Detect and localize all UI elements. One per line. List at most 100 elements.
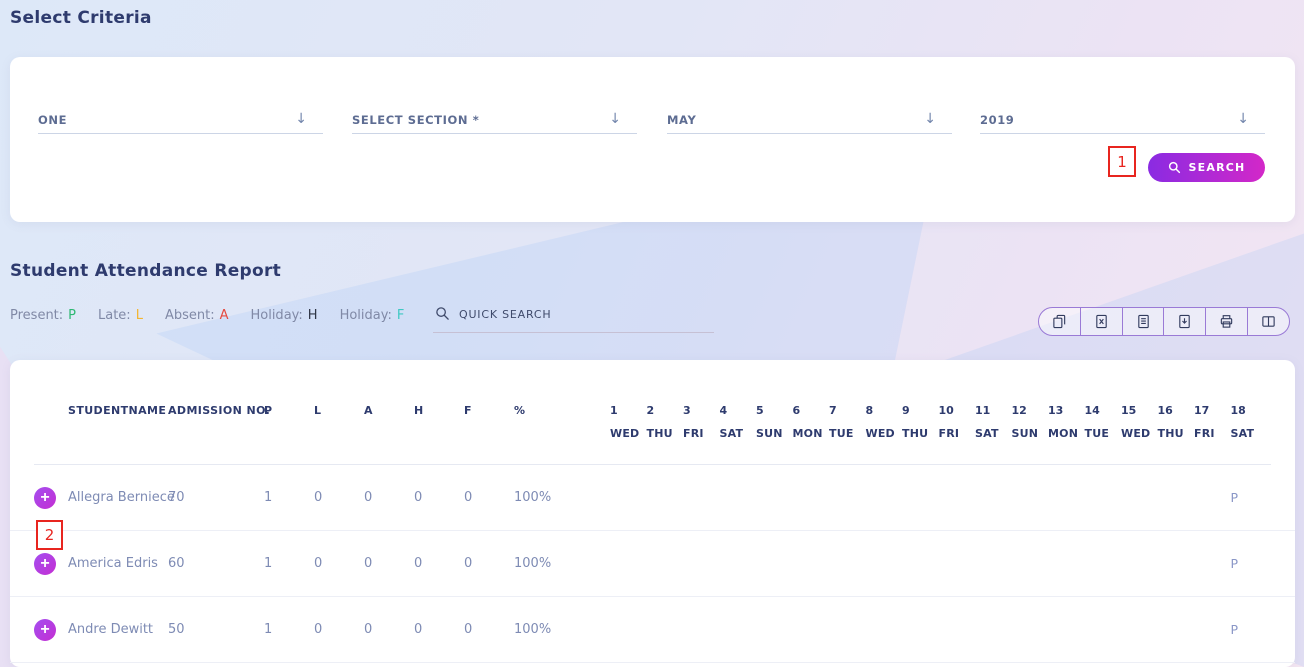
file-text-icon	[1136, 314, 1151, 329]
holiday-h-count: 0	[414, 622, 464, 637]
legend-item: Absent: A	[165, 308, 229, 323]
legend-label: Absent:	[165, 308, 215, 323]
date-column-header: 17 FRI	[1194, 404, 1231, 440]
copy-button[interactable]	[1039, 308, 1081, 335]
absent-count: 0	[364, 490, 414, 505]
date-day: 8	[866, 404, 903, 417]
print-icon	[1219, 314, 1234, 329]
export-toolbar	[1038, 307, 1290, 336]
legend-label: Holiday:	[340, 308, 392, 323]
date-weekday: FRI	[683, 427, 720, 440]
date-day: 6	[793, 404, 830, 417]
section-dropdown[interactable]: SELECT SECTION * ↓	[352, 109, 637, 134]
attendance-day-cell: P	[1231, 556, 1268, 571]
attendance-day-cell: P	[1231, 622, 1268, 637]
legend-item: Present: P	[10, 308, 76, 323]
search-button-label: SEARCH	[1189, 161, 1246, 174]
search-icon	[435, 306, 450, 321]
date-day: 18	[1231, 404, 1268, 417]
expand-row-button[interactable]: +	[34, 487, 56, 509]
quick-search-input[interactable]	[433, 300, 714, 333]
date-weekday: WED	[1121, 427, 1158, 440]
date-weekday: FRI	[1194, 427, 1231, 440]
month-dropdown-value: MAY	[667, 113, 696, 127]
date-weekday: WED	[610, 427, 647, 440]
expand-cell: +	[34, 619, 68, 641]
column-header-studentname: STUDENTNAME	[68, 404, 168, 417]
chevron-down-icon: ↓	[1237, 109, 1249, 129]
column-header-l: L	[314, 404, 364, 417]
class-dropdown[interactable]: ONE ↓	[38, 109, 323, 134]
date-weekday: MON	[793, 427, 830, 440]
column-visibility-button[interactable]	[1248, 308, 1289, 335]
report-title: Student Attendance Report	[10, 261, 281, 281]
section-dropdown-value: SELECT SECTION *	[352, 113, 479, 127]
table-row: +Andre Dewitt5010000100%P	[10, 597, 1295, 663]
legend-code: L	[136, 308, 143, 323]
present-count: 1	[264, 490, 314, 505]
expand-row-button[interactable]: +	[34, 619, 56, 641]
date-weekday: SUN	[1012, 427, 1049, 440]
excel-icon	[1094, 314, 1109, 329]
late-count: 0	[314, 556, 364, 571]
pdf-export-button[interactable]	[1164, 308, 1206, 335]
late-count: 0	[314, 490, 364, 505]
holiday-f-count: 0	[464, 622, 514, 637]
absent-count: 0	[364, 622, 414, 637]
excel-export-button[interactable]	[1081, 308, 1123, 335]
date-weekday: SAT	[1231, 427, 1268, 440]
class-dropdown-value: ONE	[38, 113, 67, 127]
admission-no: 70	[168, 490, 264, 505]
date-day: 5	[756, 404, 793, 417]
legend-code: A	[220, 308, 229, 323]
date-day: 7	[829, 404, 866, 417]
date-column-header: 12 SUN	[1012, 404, 1049, 440]
quick-search	[433, 300, 714, 333]
admission-no: 50	[168, 622, 264, 637]
attendance-percent: 100%	[514, 556, 610, 571]
date-day: 12	[1012, 404, 1049, 417]
attendance-legend: Present:PLate:LAbsent:AHoliday:HHoliday:…	[10, 308, 404, 323]
table-row: +America Edris6010000100%P	[10, 531, 1295, 597]
legend-item: Holiday: F	[340, 308, 405, 323]
date-column-header: 15WED	[1121, 404, 1158, 440]
date-day: 9	[902, 404, 939, 417]
date-column-header: 14TUE	[1085, 404, 1122, 440]
legend-label: Present:	[10, 308, 63, 323]
date-day: 17	[1194, 404, 1231, 417]
present-count: 1	[264, 622, 314, 637]
date-column-header: 2THU	[647, 404, 684, 440]
date-weekday: TUE	[829, 427, 866, 440]
date-weekday: SUN	[756, 427, 793, 440]
student-name: Allegra Berniece	[68, 490, 168, 505]
date-column-header: 16THU	[1158, 404, 1195, 440]
table-row: +Allegra Berniece7010000100%P	[10, 465, 1295, 531]
date-weekday: MON	[1048, 427, 1085, 440]
legend-code: F	[397, 308, 404, 323]
date-day: 11	[975, 404, 1012, 417]
expand-row-button[interactable]: +	[34, 553, 56, 575]
pdf-icon	[1177, 314, 1192, 329]
search-button[interactable]: SEARCH	[1148, 153, 1265, 182]
attendance-table-card: STUDENTNAME ADMISSION NO. P L A H F % 1W…	[10, 360, 1295, 667]
column-header-admission-no: ADMISSION NO.	[168, 404, 264, 417]
student-name: Andre Dewitt	[68, 622, 168, 637]
date-day: 2	[647, 404, 684, 417]
date-weekday: THU	[902, 427, 939, 440]
table-header-row: STUDENTNAME ADMISSION NO. P L A H F % 1W…	[10, 404, 1295, 440]
column-header-h: H	[414, 404, 464, 417]
legend-code: P	[68, 308, 76, 323]
year-dropdown[interactable]: 2019 ↓	[980, 109, 1265, 134]
csv-export-button[interactable]	[1123, 308, 1165, 335]
month-dropdown[interactable]: MAY ↓	[667, 109, 952, 134]
year-dropdown-value: 2019	[980, 113, 1014, 127]
print-button[interactable]	[1206, 308, 1248, 335]
date-weekday: WED	[866, 427, 903, 440]
date-weekday: SAT	[720, 427, 757, 440]
date-column-header: 1WED	[610, 404, 647, 440]
legend-label: Late:	[98, 308, 131, 323]
present-count: 1	[264, 556, 314, 571]
annotation-box-2: 2	[36, 520, 63, 550]
date-weekday: FRI	[939, 427, 976, 440]
chevron-down-icon: ↓	[924, 109, 936, 129]
